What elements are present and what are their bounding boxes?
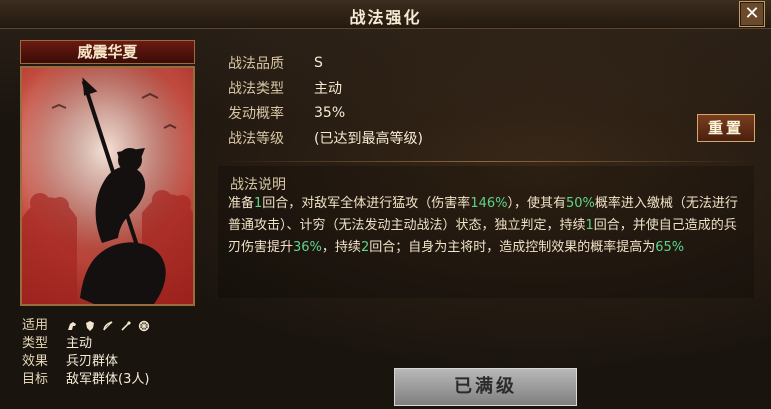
info-value: (已达到最高等级) [314,130,423,147]
desc-highlight: 36% [293,240,322,255]
desc-part: 回合，对敌军全体进行猛攻（伤害率 [262,196,471,211]
stat-key: 适用 [22,318,49,333]
info-row-rate: 发动概率 35% [228,100,423,125]
desc-highlight: 1 [585,218,594,233]
info-key: 发动概率 [228,105,284,122]
desc-part: ，持续 [321,240,361,255]
card-stats: 适用 类型 主动 效果 兵刃群体 目标 敌军群体(3人) [22,317,150,389]
info-key: 战法等级 [228,130,284,147]
desc-part: 准备 [228,196,255,211]
stat-key: 效果 [22,354,49,369]
desc-part: 回合；自身为主将时，造成控制效果的概率提高为 [369,240,656,255]
stat-value: 敌军群体(3人) [66,372,150,387]
info-key: 战法品质 [228,55,284,72]
applicable-icons [66,320,150,332]
window-title: 战法强化 [349,8,422,27]
bow-icon [103,321,113,331]
stat-row-target: 目标 敌军群体(3人) [22,371,150,389]
stat-key: 目标 [22,372,49,387]
stat-key: 类型 [22,336,49,351]
shield-icon [86,321,94,331]
stat-row-type: 类型 主动 [22,335,150,353]
info-value: S [314,54,323,71]
info-value: 35% [314,104,346,121]
tactic-card-title: 威震华夏 [20,40,195,64]
section-divider [218,161,754,162]
reset-button[interactable]: 重置 [697,114,755,142]
max-level-button[interactable]: 已满级 [394,368,577,406]
desc-highlight: 146% [470,196,508,211]
tactic-card-art [20,66,195,306]
horse-icon [68,322,76,330]
stat-value: 兵刃群体 [66,354,119,369]
stat-value: 主动 [66,336,93,351]
tactic-info: 战法品质 S 战法类型 主动 发动概率 35% 战法等级 (已达到最高等级) [228,50,423,150]
warrior-silhouette-icon [22,68,193,304]
desc-highlight: 65% [655,240,685,255]
stat-row-effect: 效果 兵刃群体 [22,353,150,371]
window-title-bar: 战法强化 ✕ [0,0,771,29]
info-key: 战法类型 [228,80,284,97]
wheel-icon [138,320,150,332]
description-text: 准备1回合，对敌军全体进行猛攻（伤害率146%），使其有50%概率进入缴械（无法… [228,193,748,259]
desc-part: ），使其有 [507,196,566,211]
stat-row-applicable: 适用 [22,317,150,335]
desc-highlight: 2 [360,240,370,255]
info-row-type: 战法类型 主动 [228,75,423,100]
info-row-quality: 战法品质 S [228,50,423,75]
spear-icon [121,321,131,331]
description-title: 战法说明 [230,177,286,193]
desc-highlight: 50% [566,196,595,211]
close-icon: ✕ [744,3,760,24]
info-row-level: 战法等级 (已达到最高等级) [228,125,423,150]
info-value: 主动 [314,80,342,97]
close-button[interactable]: ✕ [739,1,765,27]
